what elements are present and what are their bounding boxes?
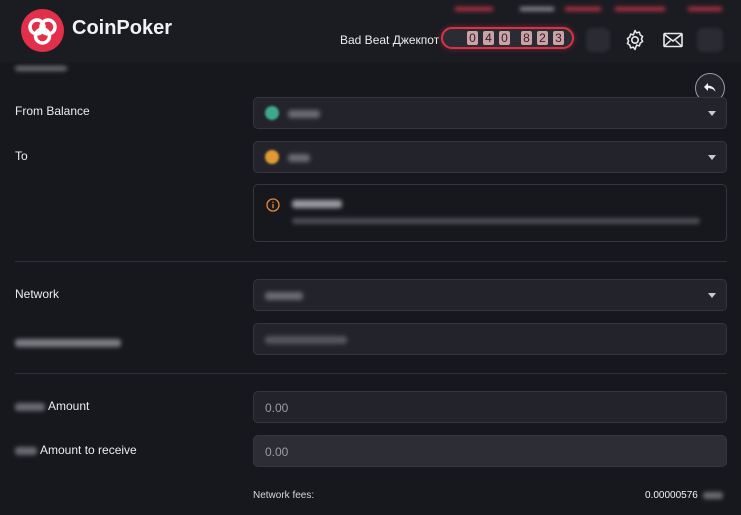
network-name-blurred (265, 292, 303, 300)
fee-currency-blurred (702, 491, 723, 499)
coinpoker-logo-icon[interactable] (21, 9, 64, 52)
chevron-down-icon (708, 111, 716, 116)
chevron-down-icon (708, 155, 716, 160)
network-fees-label: Network fees: (253, 490, 315, 501)
currency-coin-icon (265, 106, 279, 120)
jackpot-digit: 2 (537, 31, 548, 45)
header-button-blurred[interactable] (586, 28, 610, 52)
brand-name: CoinPoker (72, 17, 173, 39)
chevron-down-icon (708, 293, 716, 298)
receive-value: 0.00 (265, 445, 289, 459)
currency-coin-icon (265, 150, 279, 164)
to-currency-select[interactable] (253, 141, 727, 173)
divider (15, 261, 727, 262)
network-fees-amount: 0.00000576 (645, 490, 698, 501)
jackpot-digit: 0 (467, 31, 478, 45)
wallet-address-placeholder-blurred (265, 336, 347, 344)
amount-to-receive-field: 0.00 (253, 435, 727, 467)
amount-input[interactable]: 0.00 (253, 391, 727, 423)
important-notice (253, 184, 727, 242)
currency-name-blurred (288, 110, 320, 118)
top-nav-link[interactable] (688, 7, 722, 11)
network-select[interactable] (253, 279, 727, 311)
amount-label: Amount (15, 399, 89, 413)
info-circle-icon (266, 198, 280, 212)
network-fees-value: 0.00000576 (645, 490, 723, 501)
from-balance-label: From Balance (15, 104, 90, 118)
jackpot-digit: 8 (521, 31, 532, 45)
top-nav-link[interactable] (455, 7, 493, 11)
notice-text-blurred (292, 218, 700, 224)
receive-label: Amount to receive (15, 443, 137, 457)
mail-envelope-icon[interactable] (661, 28, 685, 52)
amount-value: 0.00 (265, 401, 289, 415)
currency-code-blurred (15, 402, 45, 411)
jackpot-digit: 0 (499, 31, 510, 45)
receive-label-text: Amount to receive (40, 443, 137, 457)
settings-gear-icon[interactable] (623, 28, 647, 52)
jackpot-counter[interactable]: 0 4 0 8 2 3 (441, 27, 574, 49)
currency-name-blurred (288, 154, 310, 162)
wallet-address-input[interactable] (253, 323, 727, 355)
top-nav-link[interactable] (615, 7, 665, 11)
amount-label-text: Amount (48, 399, 90, 413)
to-label: To (15, 149, 28, 163)
divider (15, 373, 727, 374)
top-nav-link[interactable] (520, 7, 554, 11)
jackpot-label: Bad Beat Джекпот (340, 33, 440, 47)
top-nav-link[interactable] (565, 7, 601, 11)
section-heading-blurred (15, 60, 67, 78)
currency-code-blurred (15, 446, 37, 455)
jackpot-digit: 3 (553, 31, 564, 45)
notice-title-blurred (292, 200, 342, 208)
jackpot-digit: 4 (483, 31, 494, 45)
network-label: Network (15, 287, 60, 301)
from-balance-select[interactable] (253, 97, 727, 129)
top-header: CoinPoker Bad Beat Джекпот 0 4 0 8 2 3 (0, 0, 741, 62)
header-button-blurred[interactable] (697, 28, 723, 52)
wallet-address-label-blurred (15, 334, 121, 352)
